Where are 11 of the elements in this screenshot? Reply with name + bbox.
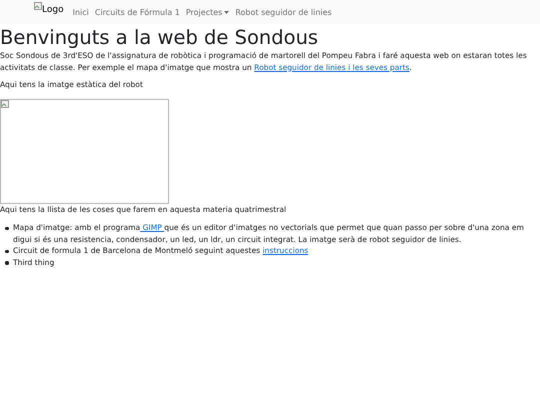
nav-dropdown[interactable]: Projectes (186, 8, 230, 16)
bullet-icon (5, 226, 8, 230)
broken-image-icon (1, 100, 9, 108)
bullet-icon (5, 250, 8, 253)
bullet-icon (5, 261, 8, 264)
caret-icon (224, 10, 230, 14)
nav-link[interactable]: Robot seguidor de linies (235, 8, 332, 16)
logo-alt-text[interactable]: Logo (42, 5, 64, 15)
nav-link[interactable]: Inici (72, 8, 89, 16)
page-heading: Benvinguts a la web de Sondous (0, 25, 320, 49)
nav-link[interactable]: Circuits de Fórmula 1 (94, 8, 180, 16)
